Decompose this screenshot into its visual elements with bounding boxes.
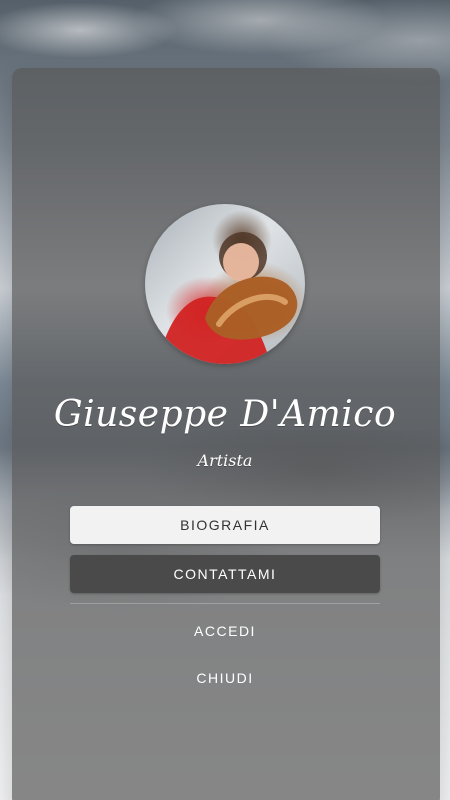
divider — [70, 603, 380, 604]
close-link[interactable]: CHIUDI — [0, 670, 450, 686]
biography-button[interactable]: BIOGRAFIA — [70, 506, 380, 544]
profile-role: Artista — [197, 451, 253, 470]
profile-name: Giuseppe D'Amico — [53, 394, 397, 435]
contact-button[interactable]: CONTATTAMI — [70, 555, 380, 593]
avatar — [145, 204, 305, 364]
login-link[interactable]: ACCEDI — [0, 623, 450, 639]
